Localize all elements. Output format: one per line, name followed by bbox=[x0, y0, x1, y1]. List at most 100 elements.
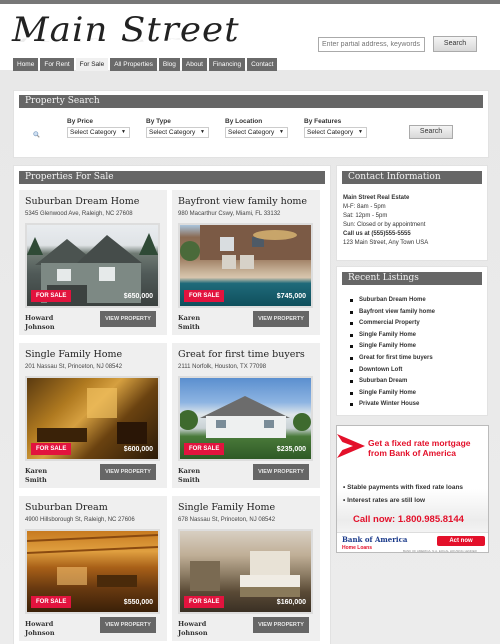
agent-last-name: Johnson bbox=[25, 629, 55, 637]
property-card: Great for first time buyers 2111 Norfolk… bbox=[172, 343, 320, 488]
property-title[interactable]: Single Family Home bbox=[178, 502, 275, 513]
magnifier-icon bbox=[33, 131, 40, 138]
recent-listing-link[interactable]: Single Family Home bbox=[350, 388, 487, 400]
agent-first-name: Karen bbox=[178, 467, 201, 475]
property-price: $235,000 bbox=[276, 446, 306, 453]
property-address: 4900 Hillsborough St, Raleigh, NC 27606 bbox=[25, 517, 135, 523]
filter-features: By Features Select Category ▼ bbox=[304, 118, 367, 138]
view-property-button[interactable]: VIEW PROPERTY bbox=[100, 617, 156, 633]
ad-bullets: • Stable payments with fixed rate loans … bbox=[343, 481, 463, 507]
property-address: 980 Macarthur Cswy, Miami, FL 33132 bbox=[178, 211, 281, 217]
act-now-button[interactable]: Act now bbox=[437, 536, 485, 546]
mortgage-ad-banner[interactable]: Get a fixed rate mortgage from Bank of A… bbox=[336, 425, 489, 553]
ad-footer: Bank of America Home Loans Act now BANK … bbox=[337, 532, 488, 553]
recent-listing-link[interactable]: Suburban Dream Home bbox=[350, 295, 487, 307]
nav-contact[interactable]: Contact bbox=[247, 58, 278, 71]
property-photo[interactable]: FOR SALE $550,000 bbox=[25, 529, 160, 614]
dropdown-arrow-icon: ▼ bbox=[279, 129, 284, 135]
view-property-button[interactable]: VIEW PROPERTY bbox=[100, 311, 156, 327]
for-sale-badge: FOR SALE bbox=[184, 290, 225, 302]
filter-label: By Type bbox=[146, 118, 171, 125]
ad-phone: Call now: 1.800.985.8144 bbox=[353, 514, 464, 525]
main-nav: Home For Rent For Sale All Properties Bl… bbox=[13, 58, 278, 71]
property-title[interactable]: Suburban Dream Home bbox=[25, 196, 139, 207]
property-search-button[interactable]: Search bbox=[409, 125, 453, 139]
property-address: 2111 Norfolk, Houston, TX 77098 bbox=[178, 364, 267, 370]
filter-label: By Features bbox=[304, 118, 342, 125]
recent-listing-link[interactable]: Commercial Property bbox=[350, 318, 487, 330]
type-select[interactable]: Select Category ▼ bbox=[146, 127, 209, 138]
for-sale-badge: FOR SALE bbox=[184, 596, 225, 608]
property-title[interactable]: Bayfront view family home bbox=[178, 196, 307, 207]
properties-panel: Properties For Sale Suburban Dream Home … bbox=[13, 165, 331, 644]
agent-name: Howard Johnson bbox=[25, 620, 75, 638]
agent-name: Howard Johnson bbox=[178, 620, 228, 638]
ad-brand: Bank of America bbox=[342, 535, 408, 544]
ad-bullet: • Interest rates are still low bbox=[343, 497, 426, 504]
recent-listing-link[interactable]: Single Family Home bbox=[350, 330, 487, 342]
recent-listing-link[interactable]: Great for first time buyers bbox=[350, 353, 487, 365]
view-property-button[interactable]: VIEW PROPERTY bbox=[253, 464, 309, 480]
keyword-search-input[interactable] bbox=[318, 37, 425, 52]
contact-phone[interactable]: Call us at (555)555-5555 bbox=[343, 230, 487, 239]
header-search-button[interactable]: Search bbox=[433, 36, 477, 52]
property-title[interactable]: Suburban Dream bbox=[25, 502, 108, 513]
filter-price: By Price Select Category ▼ bbox=[67, 118, 130, 138]
company-name: Main Street Real Estate bbox=[343, 195, 410, 201]
property-photo[interactable]: FOR SALE $650,000 bbox=[25, 223, 160, 308]
filter-location: By Location Select Category ▼ bbox=[225, 118, 288, 138]
nav-about[interactable]: About bbox=[181, 58, 207, 71]
view-property-button[interactable]: VIEW PROPERTY bbox=[100, 464, 156, 480]
ad-bullet: • Stable payments with fixed rate loans bbox=[343, 484, 464, 491]
nav-blog[interactable]: Blog bbox=[158, 58, 180, 71]
dropdown-arrow-icon: ▼ bbox=[358, 129, 363, 135]
property-photo[interactable]: FOR SALE $745,000 bbox=[178, 223, 313, 308]
contact-details: Main Street Real Estate M-F: 8am - 5pm S… bbox=[337, 184, 487, 248]
recent-listing-link[interactable]: Private Winter House bbox=[350, 399, 487, 411]
nav-all-properties[interactable]: All Properties bbox=[110, 58, 157, 71]
ad-sub-brand: Home Loans bbox=[342, 545, 373, 551]
hours-saturday: Sat: 12pm - 5pm bbox=[343, 213, 388, 219]
recent-listing-link[interactable]: Downtown Loft bbox=[350, 365, 487, 377]
nav-home[interactable]: Home bbox=[13, 58, 39, 71]
price-select[interactable]: Select Category ▼ bbox=[67, 127, 130, 138]
select-value: Select Category bbox=[70, 129, 117, 136]
property-photo[interactable]: FOR SALE $600,000 bbox=[25, 376, 160, 461]
agent-last-name: Johnson bbox=[25, 323, 55, 331]
view-property-button[interactable]: VIEW PROPERTY bbox=[253, 617, 309, 633]
contact-title: Contact Information bbox=[342, 171, 482, 184]
nav-for-rent[interactable]: For Rent bbox=[40, 58, 74, 71]
agent-first-name: Karen bbox=[25, 467, 48, 475]
property-photo[interactable]: FOR SALE $235,000 bbox=[178, 376, 313, 461]
property-title[interactable]: Single Family Home bbox=[25, 349, 122, 360]
view-property-button[interactable]: VIEW PROPERTY bbox=[253, 311, 309, 327]
property-address: 5345 Glenwood Ave, Raleigh, NC 27608 bbox=[25, 211, 133, 217]
property-search-title: Property Search bbox=[19, 95, 483, 108]
nav-for-sale[interactable]: For Sale bbox=[75, 58, 109, 71]
nav-financing[interactable]: Financing bbox=[208, 58, 246, 71]
select-value: Select Category bbox=[149, 129, 196, 136]
properties-title: Properties For Sale bbox=[19, 171, 325, 184]
agent-first-name: Howard bbox=[25, 620, 54, 628]
recent-listings-list: Suburban Dream Home Bayfront view family… bbox=[337, 285, 487, 411]
for-sale-badge: FOR SALE bbox=[184, 443, 225, 455]
select-value: Select Category bbox=[307, 129, 354, 136]
dropdown-arrow-icon: ▼ bbox=[121, 129, 126, 135]
agent-name: Karen Smith bbox=[178, 314, 228, 332]
agent-first-name: Howard bbox=[25, 314, 54, 322]
recent-listing-link[interactable]: Single Family Home bbox=[350, 341, 487, 353]
recent-listing-link[interactable]: Suburban Dream bbox=[350, 376, 487, 388]
property-title[interactable]: Great for first time buyers bbox=[178, 349, 305, 360]
for-sale-badge: FOR SALE bbox=[31, 596, 72, 608]
property-card: Bayfront view family home 980 Macarthur … bbox=[172, 190, 320, 335]
location-select[interactable]: Select Category ▼ bbox=[225, 127, 288, 138]
contact-panel: Contact Information Main Street Real Est… bbox=[336, 165, 488, 261]
features-select[interactable]: Select Category ▼ bbox=[304, 127, 367, 138]
hours-sunday: Sun: Closed or by appointment bbox=[343, 222, 426, 228]
recent-listing-link[interactable]: Bayfront view family home bbox=[350, 307, 487, 319]
recent-listings-title: Recent Listings bbox=[342, 272, 482, 285]
site-logo[interactable]: Main Street bbox=[12, 10, 240, 50]
ad-legal-text: BANK OF AMERICA, N.A. EQUAL HOUSING LEND… bbox=[403, 549, 477, 553]
property-photo[interactable]: FOR SALE $160,000 bbox=[178, 529, 313, 614]
property-price: $550,000 bbox=[123, 599, 153, 606]
